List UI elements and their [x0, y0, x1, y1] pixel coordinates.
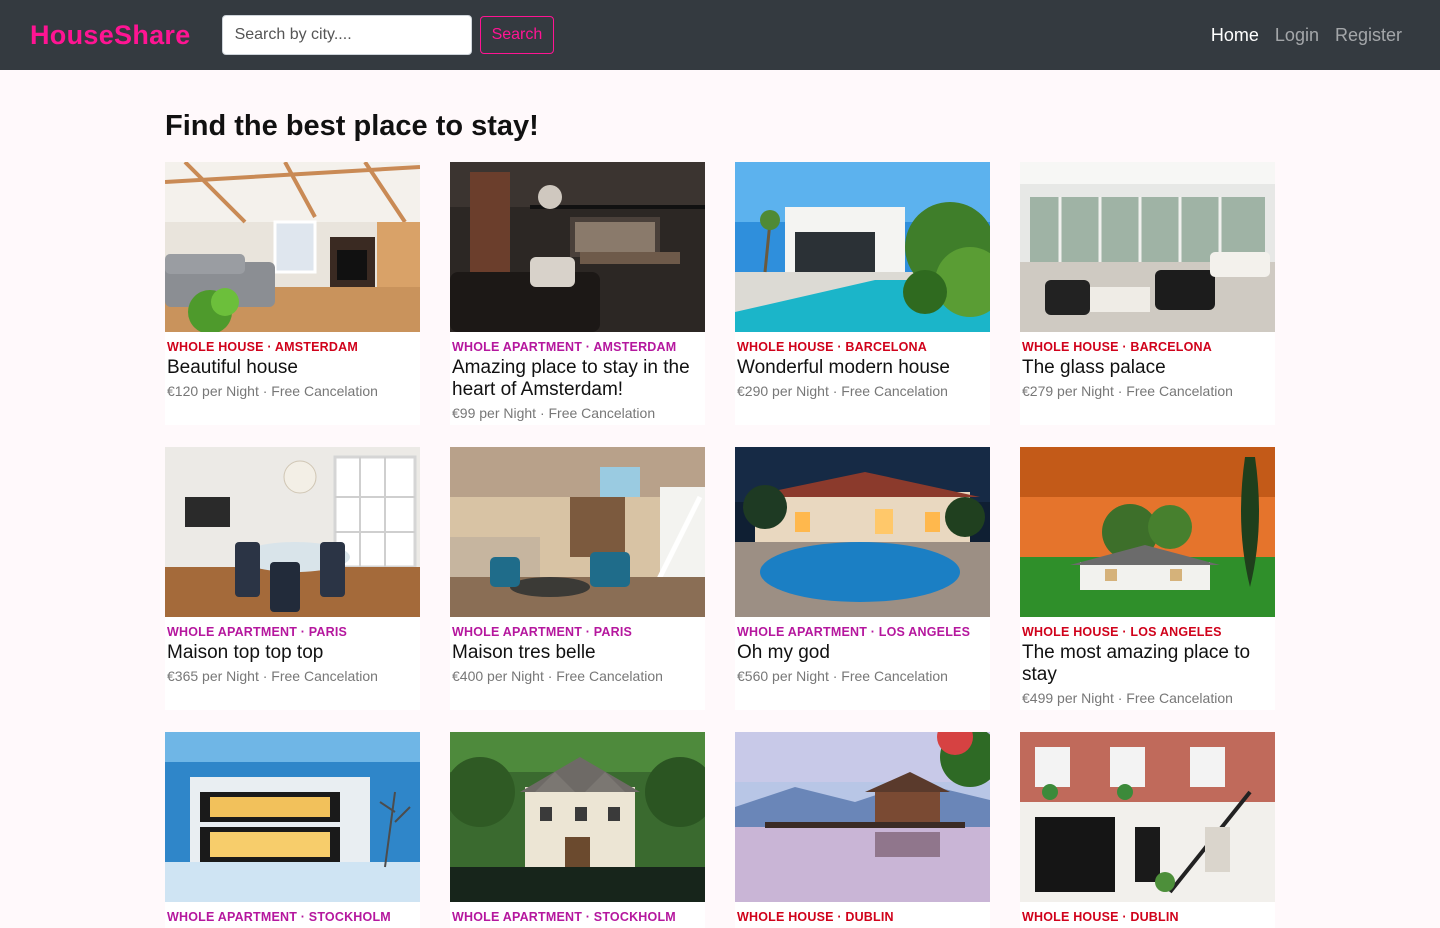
listing-title[interactable]: Oh my god	[737, 642, 988, 664]
search-input[interactable]	[221, 15, 472, 55]
nav-home-link[interactable]: Home	[1211, 25, 1259, 46]
listing-category: WHOLE APARTMENT · PARIS	[452, 625, 633, 639]
nav-register-link[interactable]: Register	[1335, 25, 1402, 46]
listing-title[interactable]: Wonderful modern house	[737, 357, 988, 379]
listing-card[interactable]: WHOLE HOUSE · AMSTERDAM Beautiful house €1…	[165, 162, 420, 425]
listing-card[interactable]: WHOLE HOUSE · DUBLIN	[735, 732, 990, 928]
listing-card[interactable]: WHOLE HOUSE · LOS ANGELES The most amazin…	[1020, 447, 1275, 710]
listing-card[interactable]: WHOLE APARTMENT · PARIS Maison tres belle…	[450, 447, 705, 710]
listing-title[interactable]: Amazing place to stay in the heart of Am…	[452, 357, 703, 401]
listing-category: WHOLE APARTMENT · PARIS	[167, 625, 348, 639]
nav-login-link[interactable]: Login	[1275, 25, 1319, 46]
listing-card[interactable]: WHOLE APARTMENT · AMSTERDAM Amazing place…	[450, 162, 705, 425]
listing-price: €279 per Night · Free Cancelation	[1022, 383, 1233, 399]
nav-links: Home Login Register	[1211, 25, 1402, 46]
pool-villa-photo[interactable]	[735, 162, 990, 332]
page-title: Find the best place to stay!	[165, 110, 539, 142]
listing-price: €290 per Night · Free Cancelation	[737, 383, 948, 399]
listing-price: €99 per Night · Free Cancelation	[452, 405, 656, 421]
winter-house-photo[interactable]	[165, 732, 420, 902]
listing-category: WHOLE APARTMENT · STOCKHOLM	[167, 910, 391, 924]
listing-price: €400 per Night · Free Cancelation	[452, 668, 663, 684]
listing-title[interactable]: The most amazing place to stay	[1022, 642, 1273, 686]
listing-title[interactable]: The glass palace	[1022, 357, 1273, 379]
listing-category: WHOLE HOUSE · BARCELONA	[737, 340, 928, 354]
listing-category: WHOLE HOUSE · BARCELONA	[1022, 340, 1213, 354]
night-pool-photo[interactable]	[735, 447, 990, 617]
listing-card[interactable]: WHOLE HOUSE · BARCELONA Wonderful modern …	[735, 162, 990, 425]
listing-category: WHOLE APARTMENT · STOCKHOLM	[452, 910, 676, 924]
listing-category: WHOLE HOUSE · LOS ANGELES	[1022, 625, 1222, 639]
listing-category: WHOLE HOUSE · DUBLIN	[1022, 910, 1179, 924]
brick-house-photo[interactable]	[1020, 732, 1275, 902]
listing-card[interactable]: WHOLE APARTMENT · LOS ANGELES Oh my god €5…	[735, 447, 990, 710]
listing-price: €499 per Night · Free Cancelation	[1022, 690, 1233, 706]
listing-price: €365 per Night · Free Cancelation	[167, 668, 378, 684]
navbar: HouseShare Search Home Login Register	[0, 0, 1440, 70]
lounge-photo[interactable]	[450, 447, 705, 617]
listing-title[interactable]: Beautiful house	[167, 357, 418, 379]
lake-view-photo[interactable]	[735, 732, 990, 902]
listing-card[interactable]: WHOLE HOUSE · DUBLIN	[1020, 732, 1275, 928]
main-content: Find the best place to stay! WHOLE HOUSE…	[165, 70, 1275, 928]
glass-living-photo[interactable]	[1020, 162, 1275, 332]
dining-room-photo[interactable]	[165, 447, 420, 617]
listing-title[interactable]: Maison tres belle	[452, 642, 703, 664]
brand-logo[interactable]: HouseShare	[30, 20, 191, 51]
listing-card[interactable]: WHOLE APARTMENT · STOCKHOLM	[165, 732, 420, 928]
loft-photo[interactable]	[450, 162, 705, 332]
listing-card[interactable]: WHOLE APARTMENT · PARIS Maison top top to…	[165, 447, 420, 710]
living-room-photo[interactable]	[165, 162, 420, 332]
listing-price: €120 per Night · Free Cancelation	[167, 383, 378, 399]
forest-manor-photo[interactable]	[450, 732, 705, 902]
listing-title[interactable]: Maison top top top	[167, 642, 418, 664]
listing-category: WHOLE APARTMENT · AMSTERDAM	[452, 340, 677, 354]
listing-card[interactable]: WHOLE HOUSE · BARCELONA The glass palace €…	[1020, 162, 1275, 425]
listing-card[interactable]: WHOLE APARTMENT · STOCKHOLM	[450, 732, 705, 928]
listing-category: WHOLE HOUSE · DUBLIN	[737, 910, 894, 924]
listing-category: WHOLE HOUSE · AMSTERDAM	[167, 340, 358, 354]
listing-grid: WHOLE HOUSE · AMSTERDAM Beautiful house €1…	[165, 162, 1275, 928]
sunset-house-photo[interactable]	[1020, 447, 1275, 617]
listing-category: WHOLE APARTMENT · LOS ANGELES	[737, 625, 971, 639]
listing-price: €560 per Night · Free Cancelation	[737, 668, 948, 684]
search-button[interactable]: Search	[479, 16, 555, 54]
